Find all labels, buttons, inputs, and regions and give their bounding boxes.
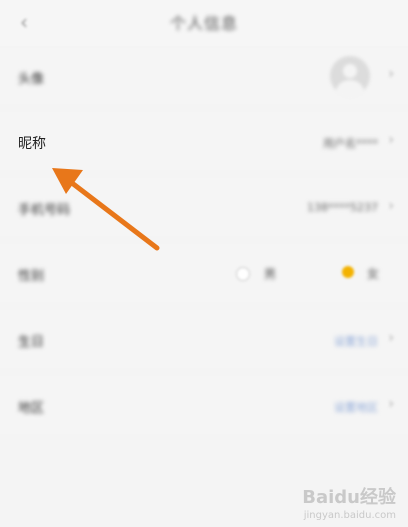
baidu-jingyan-logo: Baidu经验 [302, 487, 396, 508]
personal-info-screen: ‹ 个人信息 头像 › 昵称 用户名**** › 手机号码 138****523… [0, 0, 408, 527]
annotation-arrow [52, 168, 160, 251]
watermark-url: jingyan.baidu.com [303, 510, 396, 521]
watermark: Baidu经验 jingyan.baidu.com [302, 483, 396, 521]
